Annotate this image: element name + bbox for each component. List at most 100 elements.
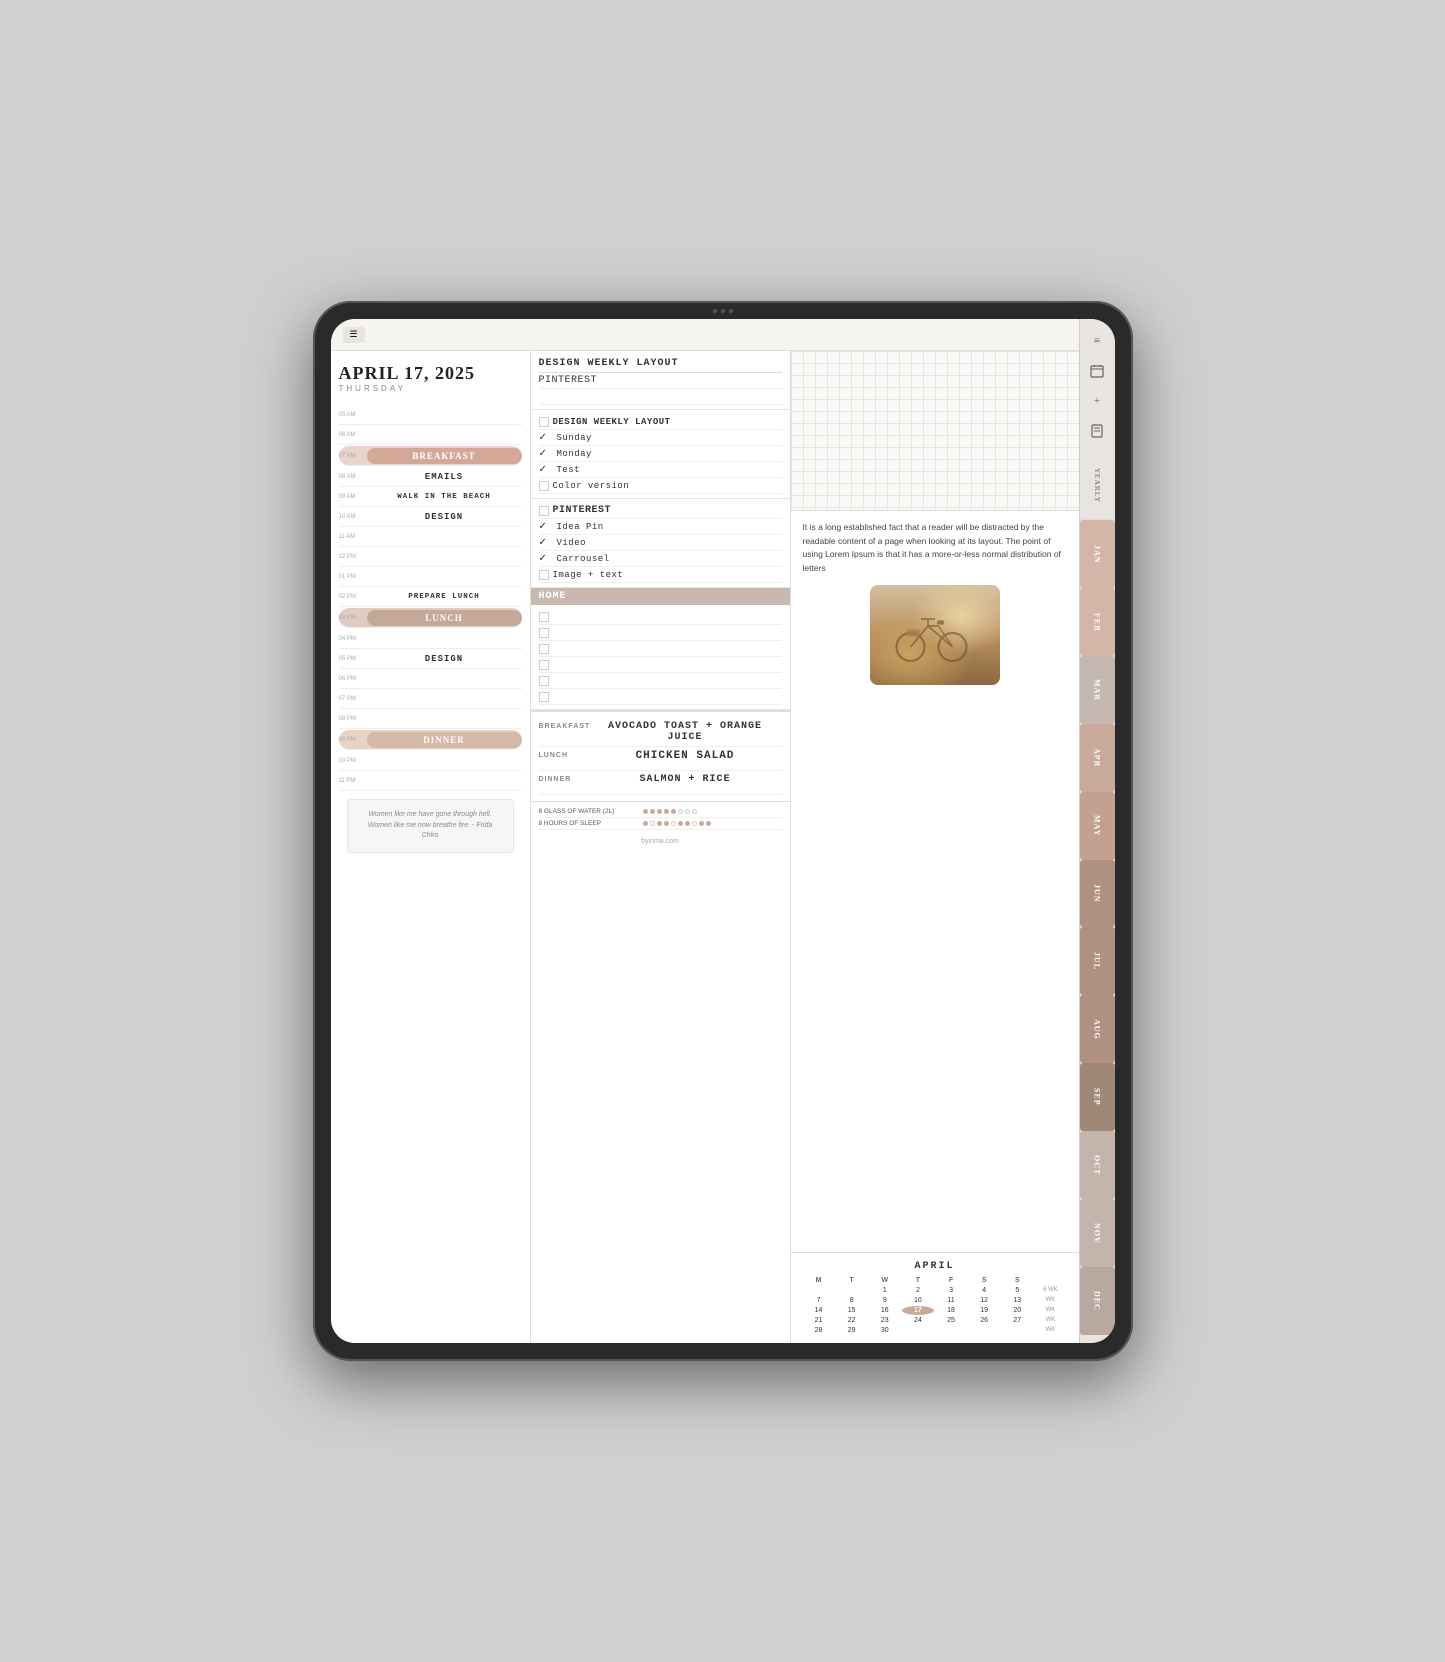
- tab-dec[interactable]: DEC: [1080, 1267, 1115, 1335]
- task-video[interactable]: ✓ Video: [539, 535, 782, 551]
- time-slot-11am: 11 AM: [339, 527, 522, 547]
- home-item-6[interactable]: [539, 689, 782, 705]
- tab-yearly[interactable]: YEARLY: [1080, 451, 1115, 520]
- tab-sep[interactable]: SEP: [1080, 1063, 1115, 1131]
- menu-sidebar-icon[interactable]: ≡: [1083, 327, 1111, 355]
- cal-day-24[interactable]: 24: [902, 1316, 934, 1325]
- task-header-2: DESIGN WEEKLY LAYOUT: [539, 414, 782, 430]
- cal-day-17[interactable]: 17: [902, 1306, 934, 1315]
- water-dot-7[interactable]: [685, 809, 690, 814]
- home-item-1[interactable]: [539, 609, 782, 625]
- cal-day-28[interactable]: 28: [803, 1326, 835, 1335]
- tab-oct[interactable]: OCT: [1080, 1131, 1115, 1199]
- cal-day-4[interactable]: 4: [968, 1286, 1000, 1295]
- water-dot-1[interactable]: [643, 809, 648, 814]
- add-icon[interactable]: +: [1083, 387, 1111, 415]
- sleep-dot-7[interactable]: [685, 821, 690, 826]
- task-check-empty[interactable]: [539, 417, 549, 427]
- water-dot-2[interactable]: [650, 809, 655, 814]
- cal-day-16[interactable]: 16: [869, 1306, 901, 1315]
- task-test[interactable]: ✓ Test: [539, 462, 782, 478]
- cal-day-8[interactable]: 8: [836, 1296, 868, 1305]
- cal-day-3[interactable]: 3: [935, 1286, 967, 1295]
- cal-day-12[interactable]: 12: [968, 1296, 1000, 1305]
- cal-day-14[interactable]: 14: [803, 1306, 835, 1315]
- water-dot-8[interactable]: [692, 809, 697, 814]
- task-monday[interactable]: ✓ Monday: [539, 446, 782, 462]
- tab-aug[interactable]: AUG: [1080, 995, 1115, 1063]
- cal-day-10[interactable]: 10: [902, 1296, 934, 1305]
- middle-panel: DESIGN WEEKLY LAYOUT PINTEREST DESIGN WE…: [531, 351, 791, 1343]
- lorem-text: It is a long established fact that a rea…: [803, 521, 1067, 575]
- sleep-dot-10[interactable]: [706, 821, 711, 826]
- menu-icon[interactable]: ☰: [343, 327, 365, 343]
- time-slot-6pm: 06 PM: [339, 669, 522, 689]
- cal-day-9[interactable]: 9: [869, 1296, 901, 1305]
- tab-may[interactable]: MAY: [1080, 792, 1115, 860]
- task-idea-pin[interactable]: ✓ Idea Pin: [539, 519, 782, 535]
- cal-day-7[interactable]: 7: [803, 1296, 835, 1305]
- page-icon[interactable]: [1083, 417, 1111, 445]
- calendar-icon[interactable]: [1083, 357, 1111, 385]
- water-dot-5[interactable]: [671, 809, 676, 814]
- cal-day-5[interactable]: 5: [1001, 1286, 1033, 1295]
- sleep-dot-8[interactable]: [692, 821, 697, 826]
- task-carrousel[interactable]: ✓ Carrousel: [539, 551, 782, 567]
- date-title: APRIL 17, 2025: [339, 363, 522, 384]
- water-dots: [643, 809, 697, 814]
- tab-jul[interactable]: JUL: [1080, 927, 1115, 995]
- cal-day-30[interactable]: 30: [869, 1326, 901, 1335]
- time-slot-design1: 10 AM DESIGN: [339, 507, 522, 527]
- cal-day-18[interactable]: 18: [935, 1306, 967, 1315]
- cal-day-27[interactable]: 27: [1001, 1316, 1033, 1325]
- cal-day-1[interactable]: 1: [869, 1286, 901, 1295]
- cal-day-13[interactable]: 13: [1001, 1296, 1033, 1305]
- tab-feb[interactable]: FEB: [1080, 588, 1115, 656]
- task-image-text[interactable]: Image + text: [539, 567, 782, 583]
- bike-photo: [870, 585, 1000, 685]
- cal-day-23[interactable]: 23: [869, 1316, 901, 1325]
- water-dot-3[interactable]: [657, 809, 662, 814]
- check-color[interactable]: [539, 481, 549, 491]
- cal-day-15[interactable]: 15: [836, 1306, 868, 1315]
- time-slot-4pm: 04 PM: [339, 629, 522, 649]
- cal-day-29[interactable]: 29: [836, 1326, 868, 1335]
- task-section-2: DESIGN WEEKLY LAYOUT ✓ Sunday ✓ Monday ✓: [531, 410, 790, 499]
- home-item-5[interactable]: [539, 673, 782, 689]
- cal-day-20[interactable]: 20: [1001, 1306, 1033, 1315]
- cal-day-empty2: [836, 1286, 868, 1295]
- task-check-pinterest[interactable]: [539, 506, 549, 516]
- home-item-2[interactable]: [539, 625, 782, 641]
- sleep-dot-9[interactable]: [699, 821, 704, 826]
- water-dot-6[interactable]: [678, 809, 683, 814]
- task-sunday[interactable]: ✓ Sunday: [539, 430, 782, 446]
- tab-apr[interactable]: APR: [1080, 724, 1115, 792]
- tab-mar[interactable]: MAR: [1080, 656, 1115, 724]
- home-item-3[interactable]: [539, 641, 782, 657]
- sleep-dot-2[interactable]: [650, 821, 655, 826]
- task-color[interactable]: Color version: [539, 478, 782, 494]
- cal-day-21[interactable]: 21: [803, 1316, 835, 1325]
- right-panel: It is a long established fact that a rea…: [791, 351, 1079, 1343]
- time-slot-12pm: 12 PM: [339, 547, 522, 567]
- sleep-dot-5[interactable]: [671, 821, 676, 826]
- cal-day-2[interactable]: 2: [902, 1286, 934, 1295]
- sleep-dot-6[interactable]: [678, 821, 683, 826]
- cal-day-11[interactable]: 11: [935, 1296, 967, 1305]
- sleep-dot-4[interactable]: [664, 821, 669, 826]
- tab-nov[interactable]: NOV: [1080, 1199, 1115, 1267]
- cal-day-25[interactable]: 25: [935, 1316, 967, 1325]
- sleep-dot-3[interactable]: [657, 821, 662, 826]
- time-slot-8pm: 08 PM: [339, 709, 522, 729]
- meal-lunch: LUNCH CHICKEN SALAD: [539, 747, 782, 771]
- sleep-dot-1[interactable]: [643, 821, 648, 826]
- right-sidebar: ≡ + YEARLY JAN FEB: [1079, 319, 1115, 1343]
- cal-day-26[interactable]: 26: [968, 1316, 1000, 1325]
- cal-day-19[interactable]: 19: [968, 1306, 1000, 1315]
- tab-jan[interactable]: JAN: [1080, 520, 1115, 588]
- tab-jun[interactable]: JUN: [1080, 860, 1115, 928]
- water-dot-4[interactable]: [664, 809, 669, 814]
- grid-area: [791, 351, 1079, 511]
- cal-day-22[interactable]: 22: [836, 1316, 868, 1325]
- home-item-4[interactable]: [539, 657, 782, 673]
